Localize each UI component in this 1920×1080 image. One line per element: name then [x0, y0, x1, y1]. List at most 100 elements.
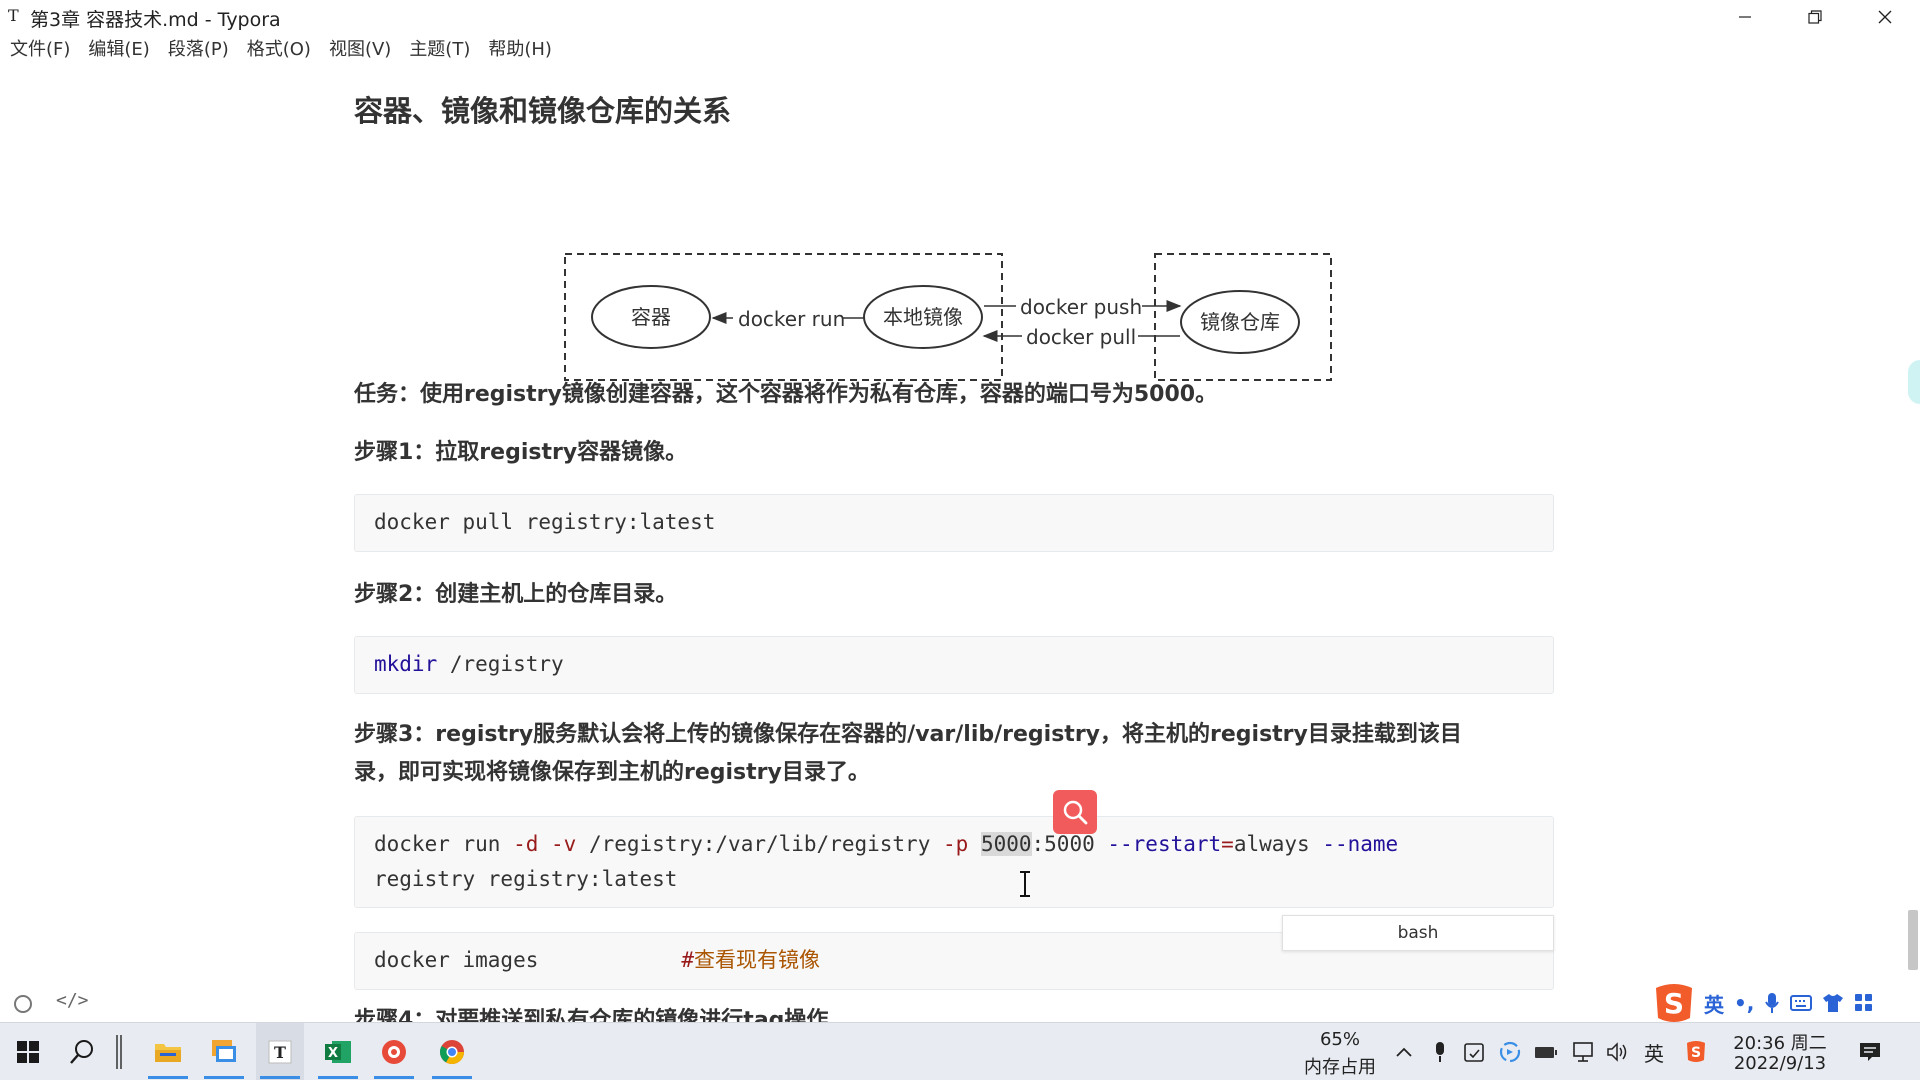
- active-indicator: [432, 1076, 472, 1079]
- search-icon: [70, 1040, 93, 1064]
- active-indicator: [374, 1076, 414, 1079]
- close-button[interactable]: [1850, 0, 1920, 34]
- text-cursor-icon: [1020, 871, 1030, 897]
- menu-theme[interactable]: 主题(T): [400, 36, 479, 64]
- section-heading: 容器、镜像和镜像仓库的关系: [354, 94, 732, 128]
- code-flag: -d: [513, 832, 539, 856]
- memory-usage-label: 内存占用: [1304, 1057, 1376, 1078]
- window-title: 第3章 容器技术.md - Typora: [30, 9, 281, 31]
- floating-search-button[interactable]: [1053, 790, 1097, 834]
- menu-help[interactable]: 帮助(H): [479, 36, 561, 64]
- svg-text:T: T: [274, 1043, 286, 1062]
- taskbar-search-button[interactable]: [62, 1023, 102, 1080]
- push-label: docker push: [1020, 295, 1142, 319]
- code-keyword: mkdir: [374, 652, 438, 676]
- pull-label: docker pull: [1026, 325, 1136, 349]
- code-flag: -v: [551, 832, 577, 856]
- ime-punctuation-toggle[interactable]: •,: [1734, 991, 1754, 1015]
- folder-icon: [155, 1044, 181, 1062]
- step4-paragraph-partial: 步骤4：对要推送到私有仓库的镜像进行tag操作: [354, 1008, 829, 1022]
- code-operator: =: [1221, 832, 1234, 856]
- minimize-button[interactable]: [1710, 0, 1780, 34]
- tray-battery-icon[interactable]: [1534, 1040, 1558, 1064]
- code-text: docker run: [374, 832, 514, 856]
- code-text: always: [1233, 832, 1323, 856]
- recorder-app-icon: [382, 1040, 406, 1064]
- taskbar-remote-desktop[interactable]: [200, 1023, 248, 1080]
- grid-icon[interactable]: [1854, 993, 1874, 1013]
- svg-text:X: X: [328, 1046, 338, 1061]
- restore-button[interactable]: [1780, 0, 1850, 34]
- step1-paragraph: 步骤1：拉取registry容器镜像。: [354, 440, 688, 465]
- menu-paragraph[interactable]: 段落(P): [159, 36, 238, 64]
- code-line: mkdir /registry: [374, 647, 1553, 682]
- restore-icon: [1808, 10, 1822, 24]
- clock-date[interactable]: 2022/9/13: [1720, 1053, 1840, 1074]
- vertical-scrollbar-thumb[interactable]: [1908, 910, 1918, 970]
- start-button[interactable]: [8, 1023, 48, 1080]
- code-text: docker images: [374, 948, 539, 972]
- local-image-label: 本地镜像: [883, 305, 963, 329]
- tray-sync-icon[interactable]: [1498, 1040, 1522, 1064]
- mic-icon[interactable]: [1764, 992, 1780, 1014]
- taskbar-typora[interactable]: T: [256, 1023, 304, 1080]
- container-label: 容器: [631, 305, 671, 329]
- keyboard-icon[interactable]: [1790, 994, 1813, 1012]
- menu-file[interactable]: 文件(F): [0, 36, 79, 64]
- menu-format[interactable]: 格式(O): [238, 36, 320, 64]
- tray-volume-icon[interactable]: [1606, 1040, 1630, 1064]
- code-comment-marker: #: [681, 948, 695, 972]
- tray-clipboard-icon[interactable]: [1462, 1040, 1486, 1064]
- menu-bar: 文件(F) 编辑(E) 段落(P) 格式(O) 视图(V) 主题(T) 帮助(H…: [0, 36, 561, 64]
- remote-desktop-icon: [212, 1040, 236, 1062]
- sogou-logo-icon[interactable]: S: [1650, 982, 1698, 1024]
- taskbar-chrome[interactable]: [428, 1023, 476, 1080]
- code-text: /registry:/var/lib/registry: [576, 832, 943, 856]
- taskbar-excel[interactable]: X: [314, 1023, 362, 1080]
- code-block-run[interactable]: docker run -d -v /registry:/var/lib/regi…: [354, 816, 1554, 908]
- taskbar-recorder-app[interactable]: [370, 1023, 418, 1080]
- minimize-icon: [1739, 16, 1751, 18]
- step3-paragraph-line2: 录，即可实现将镜像保存到主机的registry目录了。: [354, 760, 870, 785]
- step2-paragraph: 步骤2：创建主机上的仓库目录。: [354, 582, 678, 607]
- code-flag: --name: [1322, 832, 1399, 856]
- side-panel-toggle[interactable]: [1908, 360, 1920, 404]
- svg-text:S: S: [1691, 1045, 1701, 1061]
- menu-view[interactable]: 视图(V): [320, 36, 400, 64]
- active-indicator: [260, 1076, 300, 1079]
- taskbar: T X 65% 内存占用 英 S 20:36 周二 2022/9/13: [0, 1022, 1920, 1080]
- run-label: docker run: [738, 307, 845, 331]
- source-mode-toggle[interactable]: </>: [56, 990, 89, 1011]
- ime-language-toggle[interactable]: 英: [1704, 989, 1724, 1018]
- code-line: docker run -d -v /registry:/var/lib/regi…: [374, 827, 1553, 862]
- taskbar-file-explorer[interactable]: [144, 1023, 192, 1080]
- code-language-input[interactable]: bash: [1282, 915, 1554, 951]
- svg-text:S: S: [1664, 987, 1684, 1020]
- code-block-pull[interactable]: docker pull registry:latest: [354, 494, 1554, 552]
- windows-icon: [17, 1041, 39, 1063]
- editor-content[interactable]: 容器、镜像和镜像仓库的关系 容器 本地镜像 镜像仓库 docker run do…: [0, 64, 1920, 1022]
- tray-mic-icon[interactable]: [1428, 1040, 1452, 1064]
- memory-usage-percent[interactable]: 65%: [1290, 1029, 1390, 1050]
- excel-icon: X: [325, 1041, 351, 1063]
- clock-time[interactable]: 20:36 周二: [1720, 1029, 1840, 1055]
- active-indicator: [318, 1076, 358, 1079]
- tray-network-icon[interactable]: [1570, 1040, 1594, 1064]
- notification-center-icon[interactable]: [1858, 1040, 1882, 1064]
- search-icon: [1063, 800, 1088, 825]
- menu-edit[interactable]: 编辑(E): [79, 36, 158, 64]
- tray-overflow-chevron-up-icon[interactable]: [1392, 1040, 1416, 1064]
- active-indicator: [148, 1076, 188, 1079]
- outline-toggle-icon[interactable]: [14, 995, 32, 1013]
- ime-toolbar: S 英 •,: [1650, 982, 1920, 1024]
- tray-ime-language[interactable]: 英: [1642, 1040, 1666, 1066]
- tray-sogou-icon[interactable]: S: [1684, 1040, 1708, 1064]
- code-flag: --restart: [1107, 832, 1222, 856]
- taskbar-divider: [112, 1023, 126, 1080]
- code-block-mkdir[interactable]: mkdir /registry: [354, 636, 1554, 694]
- shirt-icon[interactable]: [1822, 993, 1844, 1013]
- relationship-diagram: 容器 本地镜像 镜像仓库 docker run docker push dock…: [564, 253, 1332, 381]
- title-bar: T 第3章 容器技术.md - Typora: [0, 0, 1920, 34]
